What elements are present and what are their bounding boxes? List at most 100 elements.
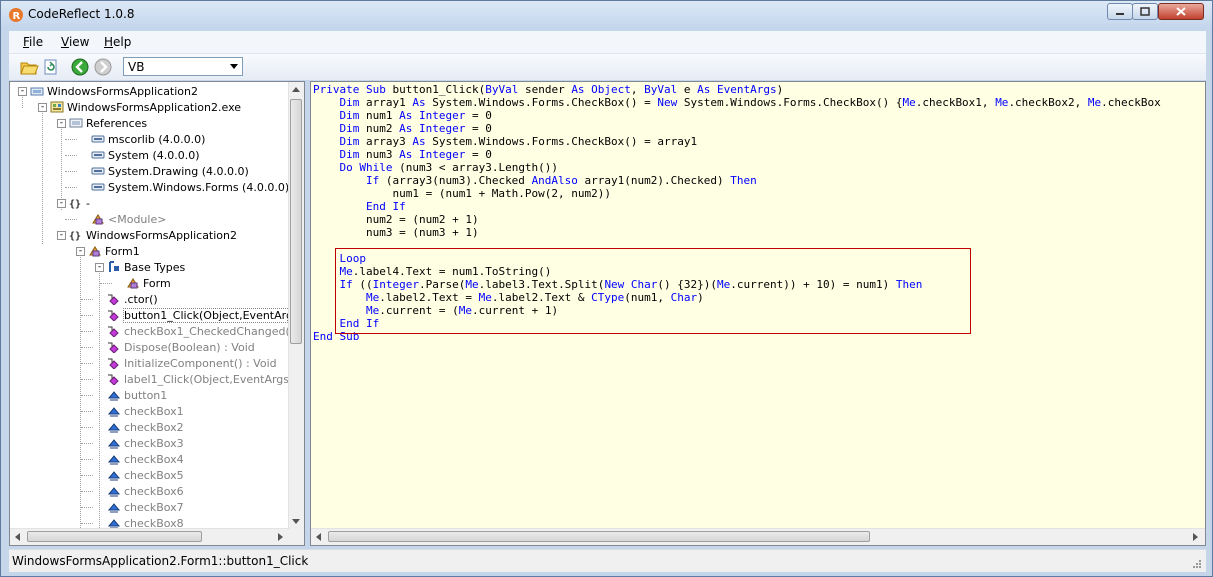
tree-node[interactable]: checkBox1 (107, 403, 184, 419)
tree-node-label: WindowsFormsApplication2 (86, 228, 238, 242)
collapse-toggle-icon[interactable]: - (95, 263, 104, 272)
code-keyword: Me (365, 291, 380, 304)
open-folder-icon[interactable] (19, 57, 39, 77)
menu-view[interactable]: View (61, 35, 89, 49)
code-token: num1 = (num1 + Math.Pow(2, num2)) (313, 187, 612, 200)
tree-node[interactable]: System (4.0.0.0) (91, 147, 200, 163)
tree-vertical-scroll-thumb[interactable] (290, 99, 302, 344)
code-keyword: Me (465, 278, 479, 291)
back-icon[interactable] (70, 57, 90, 77)
code-line[interactable]: Dim num2 As Integer = 0 (313, 122, 1161, 135)
code-line[interactable]: Do While (num3 < array3.Length()) (313, 161, 1161, 174)
scroll-down-icon[interactable] (292, 519, 300, 524)
tree-node-label: checkBox1_CheckedChanged(Ob (124, 324, 290, 338)
tree-node[interactable]: checkBox4 (107, 451, 184, 467)
maximize-button[interactable] (1132, 3, 1158, 20)
code-keyword: New Char (604, 278, 658, 291)
tree-node[interactable]: <Module> (91, 211, 166, 227)
code-keyword: End If (339, 317, 380, 330)
tree-node[interactable]: Base Types (107, 259, 185, 275)
tree-node[interactable]: button1_Click(Object,EventArgs) (107, 307, 290, 323)
tree-node[interactable]: WindowsFormsApplication2 (30, 83, 198, 99)
tree-node[interactable]: mscorlib (4.0.0.0) (91, 131, 205, 147)
collapse-toggle-icon[interactable]: - (18, 87, 27, 96)
tree-content: - WindowsFormsApplication2- WindowsFormsAp… (10, 82, 290, 529)
tree-node[interactable]: checkBox1_CheckedChanged(Ob (107, 323, 290, 339)
scroll-right-icon[interactable] (1193, 533, 1198, 541)
tree-horizontal-scrollbar[interactable] (10, 528, 290, 545)
tree-node[interactable]: checkBox3 (107, 435, 184, 451)
close-button[interactable] (1158, 3, 1204, 20)
scroll-left-icon[interactable] (316, 533, 321, 541)
code-keyword: Dim (339, 135, 360, 148)
menu-file[interactable]: File (23, 35, 43, 49)
tree-node[interactable]: Form (126, 275, 171, 291)
code-line[interactable]: num3 = (num3 + 1) (313, 226, 1161, 239)
code-line[interactable]: Private Sub button1_Click(ByVal sender A… (313, 83, 1161, 96)
tree-node[interactable]: checkBox2 (107, 419, 184, 435)
code-line[interactable]: num2 = (num2 + 1) (313, 213, 1161, 226)
collapse-toggle-icon[interactable]: - (57, 199, 66, 208)
code-line[interactable]: End Sub (313, 330, 1161, 343)
language-value: VB (128, 60, 145, 74)
code-line[interactable]: num1 = (num1 + Math.Pow(2, num2)) (313, 187, 1161, 200)
tree-node[interactable]: {} - (69, 195, 90, 211)
collapse-toggle-icon[interactable]: - (57, 119, 66, 128)
collapse-toggle-icon[interactable]: - (57, 231, 66, 240)
language-dropdown[interactable]: VB (123, 57, 243, 76)
tree-node[interactable]: .ctor() (107, 291, 158, 307)
tree-node[interactable]: checkBox5 (107, 467, 184, 483)
code-horizontal-scrollbar[interactable] (311, 528, 1205, 545)
resize-grip-icon[interactable] (1192, 559, 1202, 569)
scroll-left-icon[interactable] (15, 533, 20, 541)
code-line[interactable] (313, 239, 1161, 252)
title-bar[interactable]: R CodeReflect 1.0.8 (1, 1, 1212, 29)
collapse-toggle-icon[interactable]: - (38, 103, 47, 112)
tree-node[interactable]: checkBox6 (107, 483, 184, 499)
tree-node-label: checkBox4 (124, 452, 184, 466)
code-line[interactable]: End If (313, 317, 1161, 330)
code-view[interactable]: Private Sub button1_Click(ByVal sender A… (310, 81, 1206, 546)
code-line[interactable]: End If (313, 200, 1161, 213)
code-line[interactable]: Loop (313, 252, 1161, 265)
tree-guide-line (81, 379, 93, 380)
code-text[interactable]: Private Sub button1_Click(ByVal sender A… (313, 83, 1161, 343)
tree-node[interactable]: System.Windows.Forms (4.0.0.0) (91, 179, 289, 195)
tree-node[interactable]: WindowsFormsApplication2.exe (50, 99, 241, 115)
code-line[interactable]: Me.label4.Text = num1.ToString() (313, 265, 1161, 278)
scroll-right-icon[interactable] (278, 533, 283, 541)
tree-node[interactable]: Dispose(Boolean) : Void (107, 339, 255, 355)
code-line[interactable]: If ((Integer.Parse(Me.label3.Text.Split(… (313, 278, 1161, 291)
code-line[interactable]: Dim array3 As System.Windows.Forms.Check… (313, 135, 1161, 148)
collapse-toggle-icon[interactable]: - (76, 247, 85, 256)
scroll-up-icon[interactable] (292, 87, 300, 92)
tree-node[interactable]: {} WindowsFormsApplication2 (69, 227, 237, 243)
menu-help[interactable]: Help (104, 35, 131, 49)
tree-node[interactable]: checkBox7 (107, 499, 184, 515)
code-keyword: Me (339, 265, 353, 278)
code-line[interactable]: Me.current = (Me.current + 1) (313, 304, 1161, 317)
tree-node[interactable]: checkBox8 (107, 515, 184, 529)
tree-horizontal-scroll-thumb[interactable] (27, 531, 202, 542)
code-horizontal-scroll-thumb[interactable] (328, 531, 870, 542)
code-line[interactable]: Dim num3 As Integer = 0 (313, 148, 1161, 161)
tree-node[interactable]: System.Drawing (4.0.0.0) (91, 163, 249, 179)
code-keyword: AndAlso (531, 174, 578, 187)
tree-node[interactable]: Form1 (88, 243, 140, 259)
tree-node[interactable]: InitializeComponent() : Void (107, 355, 277, 371)
code-line[interactable]: Me.label2.Text = Me.label2.Text & CType(… (313, 291, 1161, 304)
forward-icon[interactable] (93, 57, 113, 77)
refresh-icon[interactable] (41, 57, 61, 77)
minimize-button[interactable] (1107, 3, 1133, 20)
code-line[interactable]: Dim num1 As Integer = 0 (313, 109, 1161, 122)
tree-node[interactable]: button1 (107, 387, 167, 403)
tree-node[interactable]: References (69, 115, 147, 131)
base-types-icon (107, 261, 121, 273)
tree-node[interactable]: label1_Click(Object,EventArgs) : (107, 371, 290, 387)
code-line[interactable]: If (array3(num3).Checked AndAlso array1(… (313, 174, 1161, 187)
tree-vertical-scrollbar[interactable] (288, 82, 304, 529)
code-line[interactable]: Dim array1 As System.Windows.Forms.Check… (313, 96, 1161, 109)
